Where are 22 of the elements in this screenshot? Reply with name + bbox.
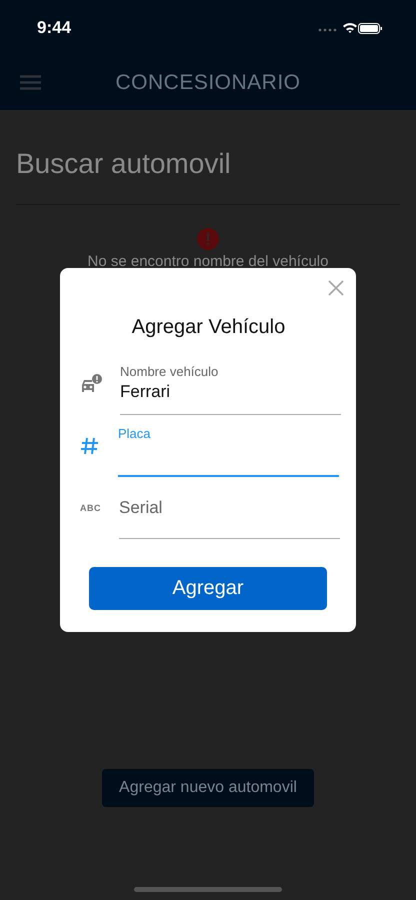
page-title: Buscar automovil	[16, 148, 231, 180]
input-field[interactable]: Serial	[119, 477, 340, 539]
field-value[interactable]: Ferrari	[120, 381, 341, 403]
error-message: No se encontro nombre del vehículo	[88, 253, 328, 270]
field-label: Nombre vehículo	[120, 364, 220, 379]
field-value[interactable]: Serial	[119, 496, 340, 518]
error-icon	[197, 228, 219, 250]
menu-icon[interactable]	[20, 75, 41, 90]
add-button[interactable]: Agregar	[89, 567, 327, 610]
hash-icon	[80, 436, 100, 456]
close-icon	[328, 280, 344, 296]
car-alert-icon	[80, 374, 102, 394]
status-time: 9:44	[37, 18, 72, 38]
status-icons	[318, 20, 382, 34]
close-button[interactable]	[326, 278, 346, 298]
app-title: CONCESIONARIO	[114, 70, 302, 94]
input-field[interactable]: Placa	[118, 415, 339, 477]
dialog-title: Agregar Vehículo	[132, 316, 286, 339]
field-label: Placa	[118, 426, 152, 440]
add-new-car-button[interactable]: Agregar nuevo automovil	[102, 769, 314, 807]
abc-icon: ABC	[80, 503, 101, 513]
input-field[interactable]: Nombre vehículo Ferrari	[120, 353, 341, 415]
